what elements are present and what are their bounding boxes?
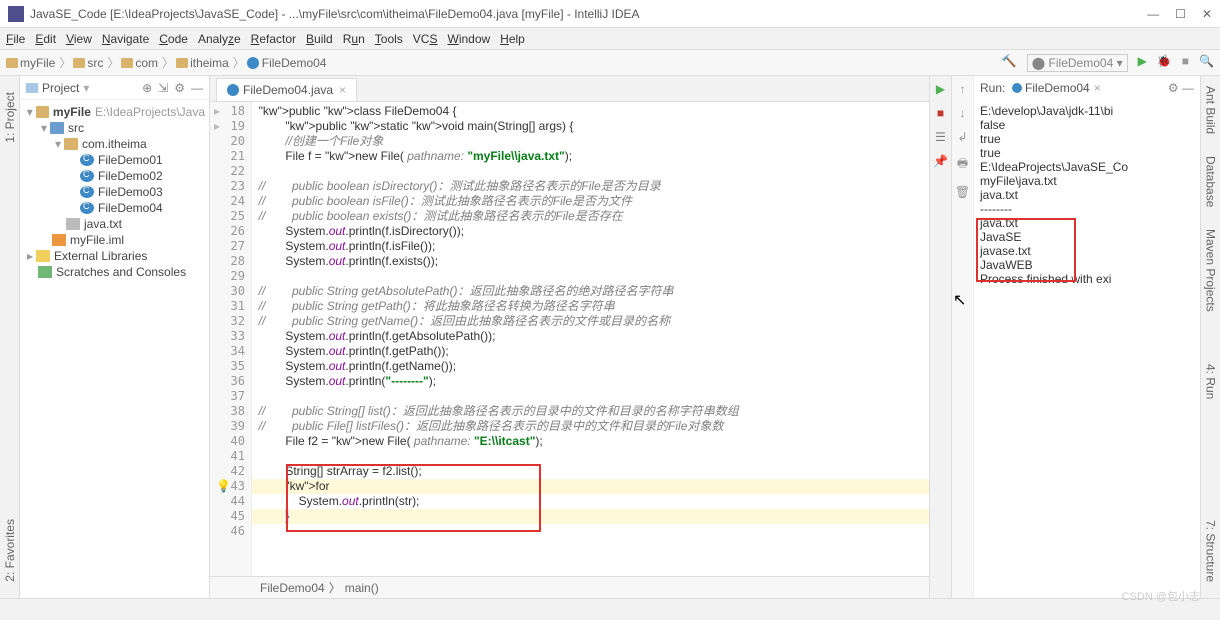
tree-root[interactable]: ▾myFileE:\IdeaProjects\Java (24, 104, 205, 120)
gear-icon[interactable]: ⚙ — (1168, 81, 1194, 95)
editor-area: FileDemo04.java × ▸18▸192021222324252627… (210, 76, 930, 598)
tab-maven[interactable]: Maven Projects (1202, 223, 1220, 318)
project-tree[interactable]: ▾myFileE:\IdeaProjects\Java ▾src ▾com.it… (20, 100, 209, 284)
tab-label: FileDemo04.java (243, 83, 333, 97)
tree-scratches[interactable]: Scratches and Consoles (24, 264, 205, 280)
menu-build[interactable]: Build (306, 32, 333, 46)
run-button[interactable]: ▶ (1138, 54, 1147, 72)
left-tool-strip: 1: Project 2: Favorites (0, 76, 20, 598)
crumb-src[interactable]: src (87, 56, 103, 70)
debug-button[interactable]: 🐞 (1157, 54, 1172, 72)
menu-run[interactable]: Run (343, 32, 365, 46)
tree-file[interactable]: FileDemo04 (24, 200, 205, 216)
run-output[interactable]: E:\develop\Java\jdk-11\bifalsetruetrueE:… (974, 100, 1200, 598)
layout-icon[interactable]: ☰ (935, 130, 946, 144)
maximize-button[interactable]: ☐ (1175, 7, 1186, 21)
down-icon[interactable]: ↓ (960, 106, 966, 120)
menu-bar: File Edit View Navigate Code Analyze Ref… (0, 28, 1220, 50)
tree-file[interactable]: FileDemo02 (24, 168, 205, 184)
crumb-filedemo04[interactable]: FileDemo04 (262, 56, 327, 70)
watermark: CSDN @包小志 (1122, 588, 1200, 604)
tab-structure[interactable]: 7: Structure (1202, 514, 1220, 588)
menu-code[interactable]: Code (159, 32, 188, 46)
class-icon (227, 84, 239, 96)
tree-file[interactable]: FileDemo03 (24, 184, 205, 200)
pin-icon[interactable]: 📌 (933, 154, 948, 168)
collapse-icon[interactable]: ⇲ (158, 81, 168, 95)
tab-antbuild[interactable]: Ant Build (1202, 80, 1220, 140)
editor-tab-bar: FileDemo04.java × (210, 76, 929, 102)
tree-pkg[interactable]: ▾com.itheima (24, 136, 205, 152)
folder-icon (176, 58, 188, 68)
close-icon[interactable]: × (1094, 81, 1101, 95)
run-config-dropdown[interactable]: ⬤ FileDemo04 ▾ (1027, 54, 1128, 72)
menu-analyze[interactable]: Analyze (198, 32, 241, 46)
crumb-itheima[interactable]: itheima (190, 56, 229, 70)
tab-favorites[interactable]: 2: Favorites (1, 513, 19, 588)
run-toolbar: ▶ ■ ☰ 📌 (930, 76, 952, 598)
navigation-bar: myFile〉 src〉 com〉 itheima〉 FileDemo04 🔨 … (0, 50, 1220, 76)
up-icon[interactable]: ↑ (960, 82, 966, 96)
project-view-icon (26, 83, 38, 93)
crumb-com[interactable]: com (135, 56, 158, 70)
menu-view[interactable]: View (66, 32, 92, 46)
mouse-cursor-icon: ↖ (953, 290, 966, 310)
run-output-toolbar: ↑ ↓ ↲ 🖶 🗑 (952, 76, 974, 598)
menu-edit[interactable]: Edit (35, 32, 56, 46)
run-header: Run: FileDemo04 × ⚙ — (974, 76, 1200, 100)
tree-txt[interactable]: java.txt (24, 216, 205, 232)
stop-icon[interactable]: ■ (937, 106, 944, 120)
intellij-icon (8, 6, 24, 22)
tab-project[interactable]: 1: Project (1, 86, 19, 149)
status-bar (0, 598, 1220, 620)
class-icon (247, 57, 259, 69)
editor-tab[interactable]: FileDemo04.java × (216, 78, 357, 101)
code-area[interactable]: "kw">public "kw">class FileDemo04 { "kw"… (252, 102, 929, 576)
run-label: Run: (980, 81, 1005, 95)
folder-icon (73, 58, 85, 68)
editor-body[interactable]: ▸18▸192021222324252627282930313233343536… (210, 102, 929, 576)
menu-navigate[interactable]: Navigate (102, 32, 149, 46)
menu-file[interactable]: File (6, 32, 25, 46)
window-title: JavaSE_Code [E:\IdeaProjects\JavaSE_Code… (30, 7, 1147, 21)
crumb[interactable]: main() (345, 581, 379, 595)
close-button[interactable]: ✕ (1202, 7, 1212, 21)
close-tab-icon[interactable]: × (339, 83, 346, 97)
tab-run[interactable]: 4: Run (1202, 358, 1220, 405)
menu-refactor[interactable]: Refactor (251, 32, 296, 46)
menu-window[interactable]: Window (447, 32, 490, 46)
tree-file[interactable]: FileDemo01 (24, 152, 205, 168)
gear-icon[interactable]: ⚙ (174, 81, 185, 95)
folder-icon (121, 58, 133, 68)
run-config-name[interactable]: FileDemo04 (1025, 81, 1090, 95)
search-icon[interactable]: 🔍 (1199, 54, 1214, 72)
tree-src[interactable]: ▾src (24, 120, 205, 136)
tab-database[interactable]: Database (1202, 150, 1220, 213)
folder-icon (6, 58, 18, 68)
hide-icon[interactable]: — (191, 81, 203, 95)
menu-tools[interactable]: Tools (375, 32, 403, 46)
title-bar: JavaSE_Code [E:\IdeaProjects\JavaSE_Code… (0, 0, 1220, 28)
tree-iml[interactable]: myFile.iml (24, 232, 205, 248)
minimize-button[interactable]: — (1147, 7, 1159, 21)
wrap-icon[interactable]: ↲ (957, 130, 967, 144)
gutter: ▸18▸192021222324252627282930313233343536… (210, 102, 252, 576)
menu-help[interactable]: Help (500, 32, 525, 46)
crumb[interactable]: FileDemo04 (260, 581, 325, 595)
project-header: Project (42, 81, 79, 95)
trash-icon[interactable]: 🗑 (955, 185, 970, 199)
build-icon[interactable]: 🔨 (1002, 54, 1017, 72)
crumb-myfile[interactable]: myFile (20, 56, 55, 70)
editor-breadcrumb: FileDemo04〉 main() (210, 576, 929, 598)
stop-button[interactable]: ■ (1182, 54, 1189, 72)
expand-icon[interactable]: ⊕ (142, 81, 152, 95)
project-panel: Project ▾ ⊕ ⇲ ⚙ — ▾myFileE:\IdeaProjects… (20, 76, 210, 598)
rerun-icon[interactable]: ▶ (936, 82, 945, 96)
print-icon[interactable]: 🖶 (957, 154, 968, 175)
tree-ext-libs[interactable]: ▸External Libraries (24, 248, 205, 264)
menu-vcs[interactable]: VCS (413, 32, 438, 46)
right-tool-strip: Ant Build Database Maven Projects 4: Run… (1200, 76, 1220, 598)
config-icon (1012, 83, 1022, 93)
